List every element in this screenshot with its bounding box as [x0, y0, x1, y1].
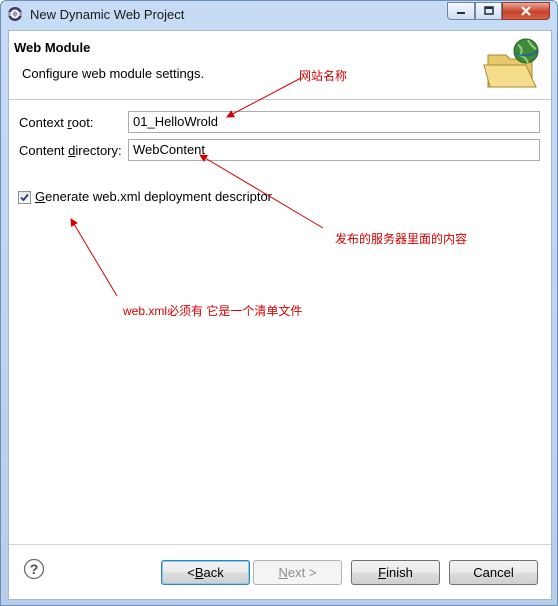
dialog-content: Web Module Configure web module settings…	[8, 30, 552, 600]
window-title: New Dynamic Web Project	[30, 7, 185, 22]
maximize-icon	[483, 6, 494, 15]
dialog-window: New Dynamic Web Project Web Module Confi…	[0, 0, 558, 606]
title-bar[interactable]: New Dynamic Web Project	[1, 1, 557, 29]
finish-button[interactable]: Finish	[351, 560, 440, 585]
svg-text:?: ?	[30, 561, 39, 577]
close-button[interactable]	[502, 2, 550, 20]
maximize-button[interactable]	[475, 2, 502, 20]
cancel-button[interactable]: Cancel	[449, 560, 538, 585]
next-button[interactable]: Next >	[253, 560, 342, 585]
arrow-to-content-directory	[199, 154, 324, 229]
annotation-arrows	[70, 77, 324, 297]
back-button[interactable]: < Back	[161, 560, 250, 585]
minimize-button[interactable]	[447, 2, 475, 20]
help-icon[interactable]: ?	[23, 558, 45, 580]
close-icon	[521, 6, 531, 16]
arrow-to-generate-xml	[70, 218, 118, 297]
eclipse-icon	[8, 7, 22, 21]
minimize-icon	[457, 12, 465, 14]
arrow-to-context-root	[226, 77, 302, 118]
footer-divider	[9, 544, 551, 545]
